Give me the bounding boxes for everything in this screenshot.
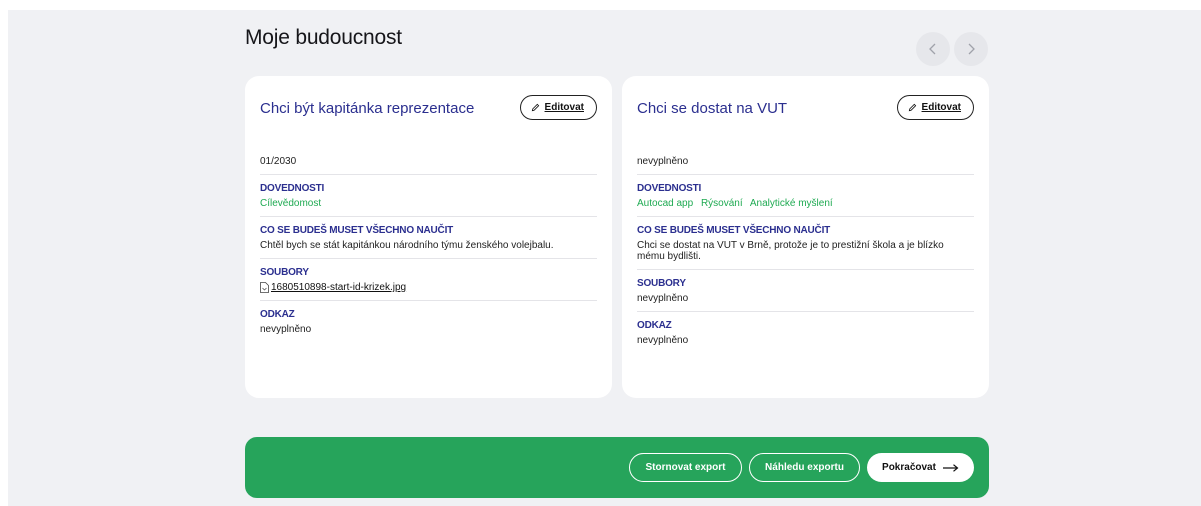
link-value: nevyplněno (637, 335, 689, 346)
prev-button[interactable] (916, 32, 950, 66)
goal-date: 01/2030 (260, 156, 297, 167)
files-value: nevyplněno (637, 293, 689, 304)
skills-list: Autocad app Rýsování Analytické myšlení (637, 198, 974, 209)
skill-tag: Autocad app (637, 198, 694, 209)
goal-card: Chci se dostat na VUT Editovat nevyplněn… (622, 76, 989, 398)
files-heading: SOUBORY (637, 278, 686, 289)
goal-date: nevyplněno (637, 156, 689, 167)
edit-button-label: Editovat (921, 102, 961, 113)
skills-heading: DOVEDNOSTI (260, 183, 325, 194)
chevron-left-icon (929, 43, 936, 55)
learn-heading: CO SE BUDEŠ MUSET VŠECHNO NAUČIT (637, 225, 831, 236)
export-action-bar: Stornovat export Náhledu exportu Pokračo… (245, 437, 989, 498)
goal-title: Chci být kapitánka reprezentace (260, 100, 475, 117)
edit-button[interactable]: Editovat (896, 95, 974, 120)
link-heading: ODKAZ (260, 309, 295, 320)
link-row: ODKAZ nevyplněno (260, 301, 597, 342)
pencil-icon (531, 103, 539, 112)
page-title: Moje budoucnost (245, 26, 402, 49)
goal-title: Chci se dostat na VUT (637, 100, 788, 117)
skill-tag: Analytické myšlení (749, 198, 833, 209)
edit-button[interactable]: Editovat (519, 95, 597, 120)
file-name: 1680510898-start-id-krizek.jpg (271, 282, 407, 293)
link-value: nevyplněno (260, 324, 312, 335)
date-row: nevyplněno (637, 156, 974, 175)
learn-row: CO SE BUDEŠ MUSET VŠECHNO NAUČIT Chci se… (637, 217, 974, 270)
goal-card: Chci být kapitánka reprezentace Editovat… (245, 76, 612, 398)
learn-text: Chci se dostat na VUT v Brně, protože je… (637, 240, 944, 262)
cancel-export-label: Stornovat export (645, 462, 726, 473)
files-heading: SOUBORY (260, 267, 309, 278)
learn-heading: CO SE BUDEŠ MUSET VŠECHNO NAUČIT (260, 225, 454, 236)
skills-heading: DOVEDNOSTI (637, 183, 702, 194)
files-row: SOUBORY nevyplněno (637, 270, 974, 312)
date-row: 01/2030 (260, 156, 597, 175)
continue-button[interactable]: Pokračovat (867, 453, 974, 482)
page-background: Moje budoucnost Chci být kapitánka repre… (8, 10, 1201, 506)
link-heading: ODKAZ (637, 320, 672, 331)
file-icon (260, 282, 269, 293)
learn-text: Chtěl bych se stát kapitánkou národního … (260, 240, 554, 251)
files-row: SOUBORY 1680510898-start-id-krizek.jpg (260, 259, 597, 301)
next-button[interactable] (954, 32, 988, 66)
learn-row: CO SE BUDEŠ MUSET VŠECHNO NAUČIT Chtěl b… (260, 217, 597, 259)
pencil-icon (908, 103, 916, 112)
skill-tag: Rýsování (700, 198, 743, 209)
cancel-export-button[interactable]: Stornovat export (629, 453, 742, 482)
skills-row: DOVEDNOSTI Cílevědomost (260, 175, 597, 217)
skill-tag: Cílevědomost (260, 198, 322, 209)
continue-label: Pokračovat (882, 462, 936, 473)
skills-row: DOVEDNOSTI Autocad app Rýsování Analytic… (637, 175, 974, 217)
preview-export-label: Náhledu exportu (765, 462, 844, 473)
arrow-right-icon (942, 463, 959, 472)
skills-list: Cílevědomost (260, 198, 597, 209)
link-row: ODKAZ nevyplněno (637, 312, 974, 353)
edit-button-label: Editovat (544, 102, 584, 113)
chevron-right-icon (968, 43, 975, 55)
preview-export-button[interactable]: Náhledu exportu (749, 453, 860, 482)
file-link[interactable]: 1680510898-start-id-krizek.jpg (260, 282, 597, 293)
